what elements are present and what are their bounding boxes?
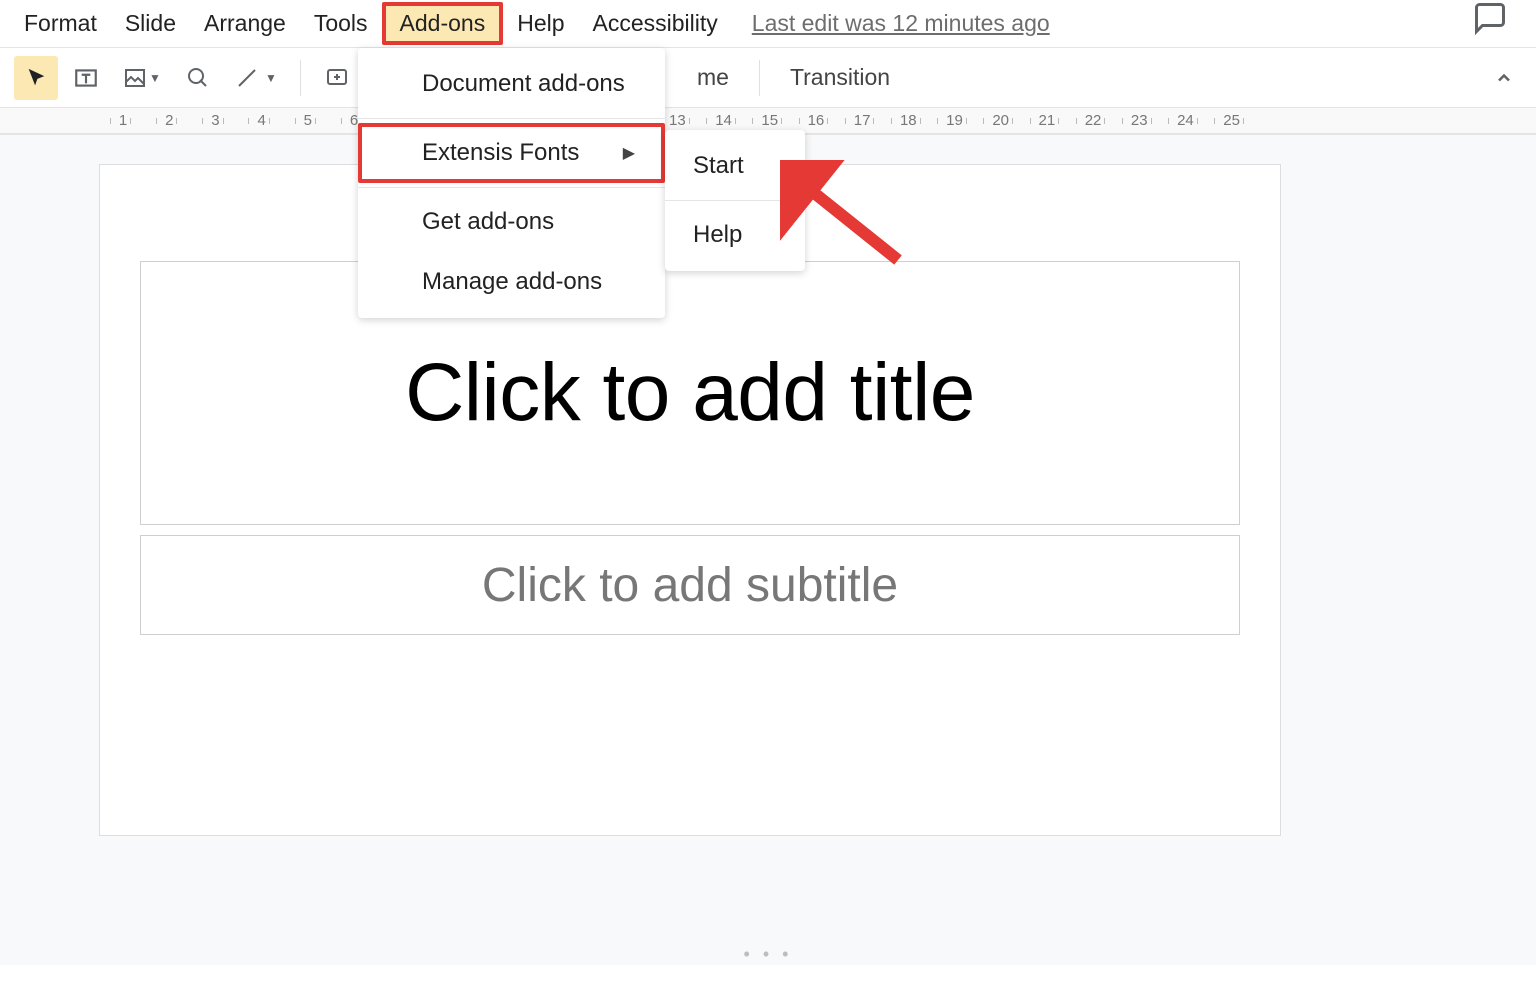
menu-item-label: Get add-ons (422, 208, 554, 236)
menu-item-label: Help (693, 221, 742, 249)
menu-divider (665, 200, 805, 201)
addons-dropdown: Document add-ons Extensis Fonts ▶ Get ad… (358, 48, 665, 318)
menu-addons[interactable]: Add-ons (382, 2, 504, 45)
menubar: Format Slide Arrange Tools Add-ons Help … (0, 0, 1536, 48)
ruler-tick: 16 (793, 112, 839, 129)
line-tool[interactable]: ▼ (226, 56, 286, 100)
ruler-tick: 17 (839, 112, 885, 129)
ruler-tick: 25 (1209, 112, 1255, 129)
addons-manage-addons[interactable]: Manage add-ons (358, 252, 665, 312)
toolbar-separator (759, 60, 760, 96)
ruler-tick: 23 (1116, 112, 1162, 129)
menu-accessibility[interactable]: Accessibility (579, 6, 732, 41)
comments-icon[interactable] (1472, 0, 1508, 42)
menu-divider (358, 187, 665, 188)
submenu-arrow-icon: ▶ (623, 143, 635, 163)
transition-button[interactable]: Transition (774, 56, 906, 99)
menu-slide[interactable]: Slide (111, 6, 190, 41)
toolbar-separator (300, 60, 301, 96)
comment-tool[interactable] (315, 56, 359, 100)
menu-item-label: Document add-ons (422, 70, 625, 98)
ruler-tick: 20 (978, 112, 1024, 129)
ruler-tick: 21 (1024, 112, 1070, 129)
ruler-tick: 22 (1070, 112, 1116, 129)
menu-item-label: Extensis Fonts (422, 139, 579, 167)
title-placeholder[interactable]: Click to add title (140, 261, 1240, 525)
toolbar: ▼ ▼ me Transition (0, 48, 1536, 108)
image-tool[interactable]: ▼ (114, 56, 170, 100)
ruler-tick: 3 (192, 112, 238, 129)
ruler-tick: 1 (100, 112, 146, 129)
submenu-help[interactable]: Help (665, 205, 805, 265)
bottom-drag-handle[interactable]: • • • (744, 944, 793, 965)
extensis-submenu: Start Help (665, 130, 805, 271)
select-tool[interactable] (14, 56, 58, 100)
menu-item-label: Manage add-ons (422, 268, 602, 296)
menu-format[interactable]: Format (10, 6, 111, 41)
shape-tool[interactable] (176, 56, 220, 100)
ruler-tick: 5 (285, 112, 331, 129)
menu-item-label: Start (693, 152, 744, 180)
ruler-tick: 14 (700, 112, 746, 129)
addons-extensis-fonts[interactable]: Extensis Fonts ▶ (358, 123, 665, 183)
last-edit-time[interactable]: Last edit was 12 minutes ago (752, 10, 1050, 37)
ruler-tick: 18 (885, 112, 931, 129)
menu-divider (358, 118, 665, 119)
menu-arrange[interactable]: Arrange (190, 6, 300, 41)
collapse-toolbar-icon[interactable] (1486, 60, 1522, 96)
ruler-tick: 15 (747, 112, 793, 129)
ruler-tick: 2 (146, 112, 192, 129)
ruler-tick: 4 (239, 112, 285, 129)
menu-tools[interactable]: Tools (300, 6, 382, 41)
ruler-tick: 24 (1162, 112, 1208, 129)
addons-get-addons[interactable]: Get add-ons (358, 192, 665, 252)
subtitle-placeholder[interactable]: Click to add subtitle (140, 535, 1240, 635)
submenu-start[interactable]: Start (665, 136, 805, 196)
ruler-tick: 19 (931, 112, 977, 129)
menu-help[interactable]: Help (503, 6, 578, 41)
textbox-tool[interactable] (64, 56, 108, 100)
addons-document-addons[interactable]: Document add-ons (358, 54, 665, 114)
theme-button-partial[interactable]: me (681, 56, 745, 99)
